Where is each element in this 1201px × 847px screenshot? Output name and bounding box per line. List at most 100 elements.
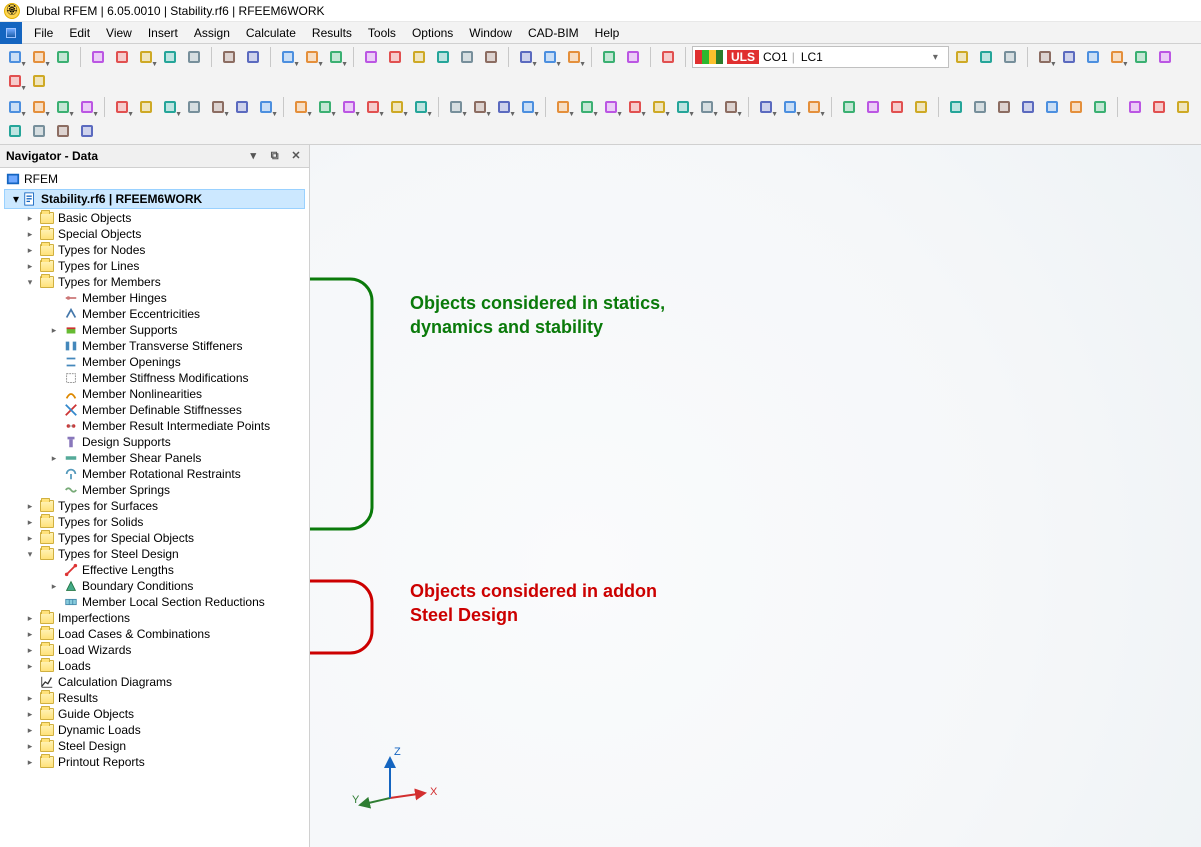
toolbar-button[interactable]: ▼ [4, 70, 26, 92]
toolbar-button[interactable] [1148, 96, 1170, 118]
tree-folder[interactable]: ▸ Steel Design [0, 738, 309, 754]
tree-item[interactable]: ▸ Member Springs [0, 482, 309, 498]
tree-folder[interactable]: ▸ Types for Solids [0, 514, 309, 530]
menu-assign[interactable]: Assign [186, 22, 238, 43]
tree-folder[interactable]: ▸ Imperfections [0, 610, 309, 626]
twisty-icon[interactable]: ▾ [13, 192, 19, 206]
twisty-icon[interactable]: ▸ [24, 709, 36, 720]
toolbar-button[interactable]: ▼ [28, 46, 50, 68]
toolbar-button[interactable] [52, 46, 74, 68]
menu-results[interactable]: Results [304, 22, 360, 43]
tree-item[interactable]: ▸ Boundary Conditions [0, 578, 309, 594]
toolbar-button[interactable] [218, 46, 240, 68]
tree-root[interactable]: RFEM [0, 170, 309, 188]
twisty-icon[interactable]: ▸ [24, 645, 36, 656]
toolbar-button[interactable] [1124, 96, 1146, 118]
toolbar-button[interactable]: ▼ [325, 46, 347, 68]
toolbar-button[interactable] [76, 120, 98, 142]
toolbar-button[interactable] [242, 46, 264, 68]
tree-folder[interactable]: ▸ Types for Lines [0, 258, 309, 274]
toolbar-button[interactable] [4, 120, 26, 142]
toolbar-button[interactable] [28, 120, 50, 142]
twisty-icon[interactable]: ▸ [48, 581, 60, 592]
tree-item[interactable]: ▸ Member Stiffness Modifications [0, 370, 309, 386]
toolbar-button[interactable]: ▼ [696, 96, 718, 118]
tree-item[interactable]: ▸ Member Eccentricities [0, 306, 309, 322]
toolbar-button[interactable] [1154, 46, 1176, 68]
toolbar-button[interactable]: ▼ [493, 96, 515, 118]
toolbar-button[interactable]: ▼ [600, 96, 622, 118]
toolbar-button[interactable]: ▼ [445, 96, 467, 118]
twisty-icon[interactable]: ▸ [24, 229, 36, 240]
tree-folder[interactable]: ▸ Guide Objects [0, 706, 309, 722]
toolbar-button[interactable]: ▼ [290, 96, 312, 118]
twisty-icon[interactable]: ▸ [24, 261, 36, 272]
toolbar-button[interactable]: ▼ [135, 46, 157, 68]
toolbar-button[interactable]: ▼ [779, 96, 801, 118]
tree-item[interactable]: ▸ Design Supports [0, 434, 309, 450]
toolbar-button[interactable] [159, 46, 181, 68]
toolbar-button[interactable] [432, 46, 454, 68]
toolbar-button[interactable] [1041, 96, 1063, 118]
navigator-close-icon[interactable]: ✕ [289, 149, 303, 163]
toolbar-button[interactable]: ▼ [277, 46, 299, 68]
toolbar-button[interactable]: ▼ [159, 96, 181, 118]
toolbar-button[interactable] [135, 96, 157, 118]
toolbar-button[interactable]: ▼ [517, 96, 539, 118]
toolbar-button[interactable]: ▼ [314, 96, 336, 118]
toolbar-button[interactable] [183, 46, 205, 68]
twisty-icon[interactable]: ▸ [24, 245, 36, 256]
menu-calculate[interactable]: Calculate [238, 22, 304, 43]
toolbar-button[interactable] [1089, 96, 1111, 118]
twisty-icon[interactable]: ▸ [24, 533, 36, 544]
toolbar-button[interactable]: ▼ [648, 96, 670, 118]
menu-window[interactable]: Window [461, 22, 520, 43]
tree-folder[interactable]: ▸ Types for Nodes [0, 242, 309, 258]
toolbar-button[interactable] [87, 46, 109, 68]
toolbar-button[interactable]: ▼ [552, 96, 574, 118]
twisty-icon[interactable]: ▸ [24, 725, 36, 736]
toolbar-button[interactable] [910, 96, 932, 118]
twisty-icon[interactable]: ▾ [24, 277, 36, 288]
navigator-dock-icon[interactable]: ▾ [246, 149, 260, 163]
chevron-down-icon[interactable]: ▾ [933, 52, 938, 63]
tree-folder[interactable]: ▸ Printout Reports [0, 754, 309, 770]
toolbar-button[interactable] [1082, 46, 1104, 68]
menu-insert[interactable]: Insert [140, 22, 186, 43]
toolbar-button[interactable]: ▼ [539, 46, 561, 68]
tree-folder[interactable]: ▸ Results [0, 690, 309, 706]
twisty-icon[interactable]: ▸ [24, 741, 36, 752]
tree-item[interactable]: ▸ Effective Lengths [0, 562, 309, 578]
toolbar-button[interactable]: ▼ [362, 96, 384, 118]
menu-edit[interactable]: Edit [61, 22, 98, 43]
tree-folder[interactable]: ▸ Special Objects [0, 226, 309, 242]
toolbar-button[interactable] [480, 46, 502, 68]
tree-item[interactable]: ▸ Member Result Intermediate Points [0, 418, 309, 434]
toolbar-button[interactable] [838, 96, 860, 118]
toolbar-button[interactable] [408, 46, 430, 68]
menu-view[interactable]: View [98, 22, 140, 43]
toolbar-button[interactable] [28, 70, 50, 92]
toolbar-button[interactable]: ▼ [207, 96, 229, 118]
twisty-icon[interactable]: ▸ [48, 325, 60, 336]
tree-item[interactable]: ▸ Member Openings [0, 354, 309, 370]
tree-item[interactable]: ▸ Member Local Section Reductions [0, 594, 309, 610]
toolbar-button[interactable]: ▼ [4, 46, 26, 68]
tree-folder[interactable]: ▸ Basic Objects [0, 210, 309, 226]
twisty-icon[interactable]: ▸ [48, 453, 60, 464]
toolbar-button[interactable] [384, 46, 406, 68]
toolbar-button[interactable]: ▼ [755, 96, 777, 118]
toolbar-button[interactable] [1058, 46, 1080, 68]
tree-item[interactable]: ▸ Member Rotational Restraints [0, 466, 309, 482]
load-case-input[interactable] [799, 48, 929, 66]
toolbar-button[interactable]: ▼ [255, 96, 277, 118]
tree-item[interactable]: ▸ Member Shear Panels [0, 450, 309, 466]
navigator-tree[interactable]: RFEM ▾ Stability.rf6 | RFEEM6WORK ▸ Basi… [0, 168, 309, 847]
tree-item[interactable]: ▸ Member Supports [0, 322, 309, 338]
toolbar-button[interactable] [52, 120, 74, 142]
toolbar-button[interactable]: ▼ [28, 96, 50, 118]
toolbar-button[interactable] [231, 96, 253, 118]
tree-folder[interactable]: ▸ Loads [0, 658, 309, 674]
toolbar-button[interactable] [969, 96, 991, 118]
load-case-selector[interactable]: ULS CO1 | ▾ [692, 46, 949, 68]
